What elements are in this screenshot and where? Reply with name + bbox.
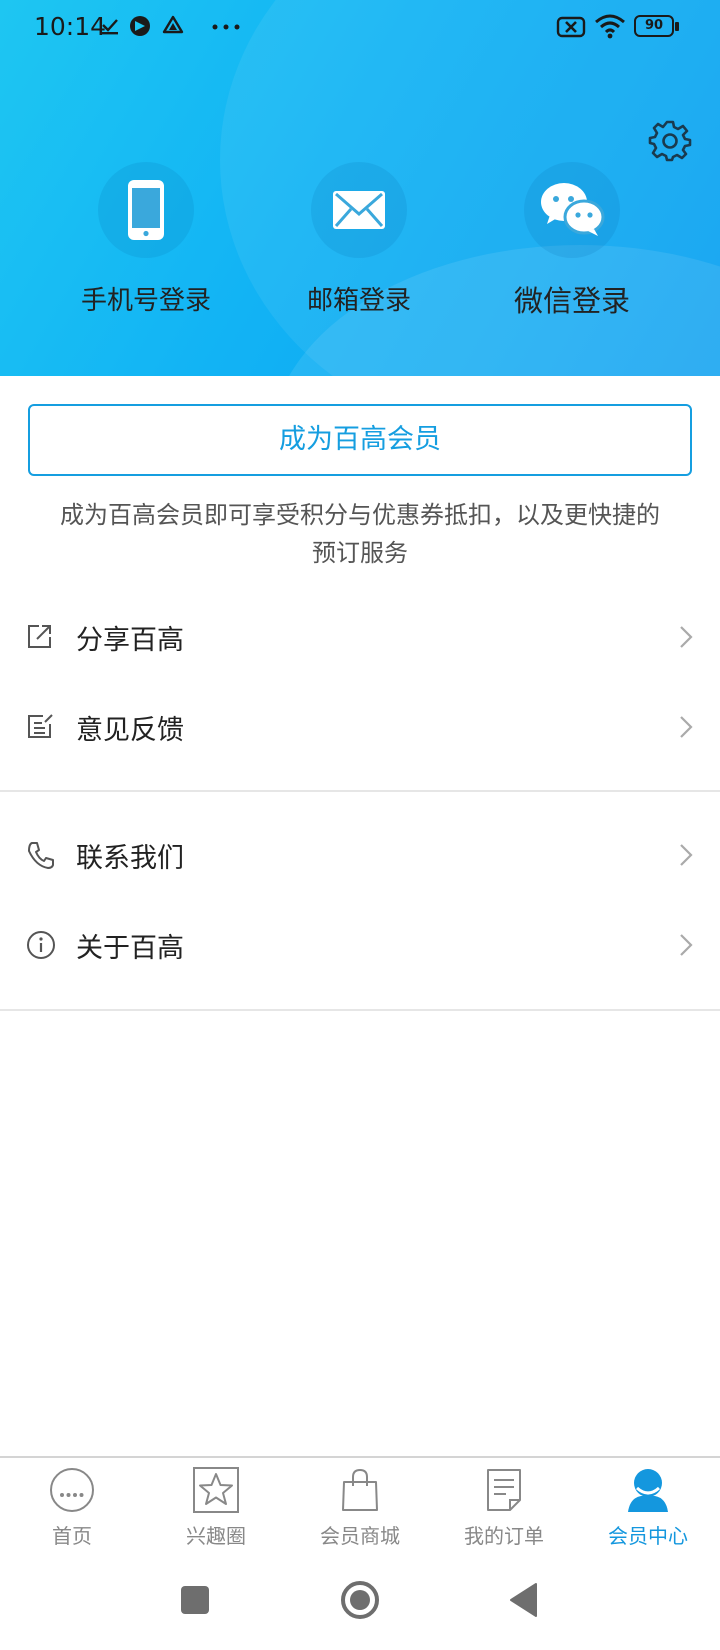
shopping-bag-icon	[342, 1468, 378, 1511]
tab-home[interactable]: 首页	[0, 1458, 144, 1566]
tab-my-orders[interactable]: 我的订单	[432, 1458, 576, 1566]
member-description: 成为百高会员即可享受积分与优惠券抵扣，以及更快捷的 预订服务	[24, 496, 696, 572]
star-icon	[193, 1467, 239, 1513]
email-login-option[interactable]: 邮箱登录	[259, 162, 459, 317]
battery-level: 90	[644, 18, 664, 33]
chevron-right-icon	[680, 844, 693, 866]
email-login-label: 邮箱登录	[306, 286, 411, 316]
tab-label: 会员商城	[320, 1524, 400, 1548]
phone-login-label: 手机号登录	[80, 286, 211, 316]
menu-item-contact[interactable]: 联系我们	[0, 810, 720, 900]
drive-icon	[162, 15, 184, 34]
member-description-line2: 预订服务	[312, 539, 408, 567]
home-button[interactable]	[340, 1580, 380, 1620]
status-time: 10:14	[34, 12, 107, 41]
mail-icon	[333, 191, 385, 229]
system-nav-bar	[0, 1564, 720, 1650]
menu-item-about[interactable]: 关于百高	[0, 900, 720, 990]
become-member-button[interactable]: 成为百高会员	[28, 404, 692, 476]
section-divider	[0, 790, 720, 792]
no-sim-icon	[556, 16, 586, 38]
status-bar: 10:14 90	[0, 0, 720, 54]
tab-member-center[interactable]: 会员中心	[576, 1458, 720, 1566]
back-button[interactable]	[508, 1582, 540, 1618]
menu-item-label: 关于百高	[76, 933, 184, 964]
tab-label: 会员中心	[608, 1524, 688, 1548]
chevron-right-icon	[680, 626, 693, 648]
home-dots-icon	[50, 1468, 94, 1512]
battery-icon: 90	[634, 15, 674, 37]
tab-member-mall[interactable]: 会员商城	[288, 1458, 432, 1566]
menu-item-share[interactable]: 分享百高	[0, 592, 720, 682]
share-icon	[28, 625, 51, 648]
tab-label: 首页	[52, 1524, 92, 1548]
wechat-login-option[interactable]: 微信登录	[472, 162, 672, 320]
bottom-tab-bar: 首页 兴趣圈 会员商城 我的订单 会员中心	[0, 1456, 720, 1566]
info-icon	[27, 931, 55, 959]
chevron-right-icon	[680, 934, 693, 956]
menu-item-feedback[interactable]: 意见反馈	[0, 682, 720, 772]
tab-label: 兴趣圈	[186, 1524, 246, 1548]
wechat-icon	[541, 183, 605, 236]
menu-item-label: 联系我们	[76, 843, 184, 874]
menu-item-label: 分享百高	[76, 625, 184, 656]
app-notification-icon	[130, 16, 150, 36]
section-divider	[0, 1009, 720, 1011]
wifi-icon	[595, 14, 625, 39]
tab-label: 我的订单	[464, 1524, 544, 1548]
member-description-line1: 成为百高会员即可享受积分与优惠券抵扣，以及更快捷的	[60, 501, 660, 529]
menu-item-label: 意见反馈	[76, 715, 184, 746]
download-done-icon	[102, 19, 118, 35]
feedback-icon	[28, 714, 53, 738]
chevron-right-icon	[680, 716, 693, 738]
header-banner: 10:14 90 手机号登录 邮箱登录 微信登录	[0, 0, 720, 376]
wechat-login-label: 微信登录	[513, 284, 630, 318]
user-icon	[628, 1469, 668, 1512]
phone-login-option[interactable]: 手机号登录	[46, 162, 246, 317]
phone-login-circle	[98, 162, 194, 258]
more-notifications-icon	[212, 24, 240, 30]
battery-tip	[675, 22, 679, 31]
settings-gear-icon[interactable]	[648, 118, 692, 162]
tab-interest-circle[interactable]: 兴趣圈	[144, 1458, 288, 1566]
order-icon	[487, 1469, 521, 1511]
phone-call-icon	[28, 842, 54, 869]
email-login-circle	[311, 162, 407, 258]
wechat-login-circle	[524, 162, 620, 258]
phone-icon	[128, 180, 164, 240]
recent-apps-button[interactable]	[180, 1585, 210, 1615]
